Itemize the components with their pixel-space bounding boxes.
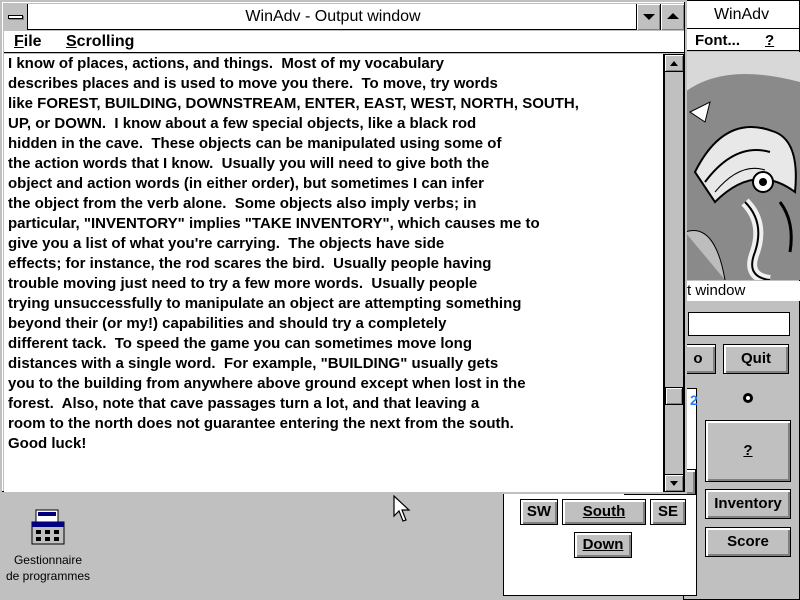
output-text-line: particular, "INVENTORY" implies "TAKE IN… — [8, 215, 540, 232]
command-input[interactable] — [688, 312, 790, 336]
output-text-line: UP, or DOWN. I know about a few special … — [8, 115, 477, 132]
minimize-icon — [643, 14, 655, 20]
score-button[interactable]: Score — [705, 527, 791, 557]
quit-button-label: Quit — [741, 350, 771, 367]
output-text-line: trouble moving just need to try a few mo… — [8, 275, 478, 292]
output-window-title: WinAdv - Output window — [245, 8, 421, 25]
main-window-title: WinAdv — [684, 1, 799, 29]
scroll-thumb[interactable] — [665, 387, 683, 405]
minimize-button[interactable] — [636, 4, 660, 30]
program-manager-icon — [28, 508, 68, 548]
direction-sw-button[interactable]: SW — [520, 499, 558, 525]
menu-font[interactable]: Font... — [695, 30, 740, 52]
go-button-label: o — [693, 350, 703, 367]
help-button-label: ? — [743, 442, 753, 459]
output-text-line: I know of places, actions, and things. M… — [8, 55, 444, 72]
scroll-down-button[interactable] — [664, 474, 684, 492]
lamp-icon — [740, 390, 756, 406]
output-text-line: the object from the verb alone. Some obj… — [8, 195, 477, 212]
quit-button[interactable]: Quit — [723, 344, 789, 374]
scroll-down-icon — [670, 481, 678, 486]
output-text-line: trying unsuccessfully to manipulate an o… — [8, 295, 522, 312]
menu-file-accel: F — [14, 33, 24, 50]
program-manager-label-1: Gestionnaire — [13, 553, 83, 567]
inventory-button-label: Inventory — [714, 495, 782, 512]
output-text: I know of places, actions, and things. M… — [8, 54, 579, 454]
vertical-scrollbar[interactable] — [664, 54, 684, 492]
score-button-label: Score — [727, 533, 769, 550]
direction-south-button[interactable]: South — [562, 499, 646, 525]
output-text-line: describes places and is used to move you… — [8, 75, 498, 92]
maximize-icon — [667, 13, 679, 19]
output-text-line: like FOREST, BUILDING, DOWNSTREAM, ENTER… — [8, 95, 579, 112]
system-menu-icon — [8, 15, 23, 19]
output-window: WinAdv - Output window File Scrolling I … — [0, 0, 687, 494]
program-manager-label-2: de programmes — [5, 569, 91, 583]
help-button[interactable]: ? — [705, 420, 791, 482]
output-text-line: distances with a single word. For exampl… — [8, 355, 499, 372]
output-text-line: beyond their (or my!) capabilities and s… — [8, 315, 447, 332]
down-label: Down — [582, 536, 624, 553]
output-window-label: t window — [683, 281, 800, 301]
inventory-button[interactable]: Inventory — [705, 489, 791, 519]
menu-scrolling[interactable]: Scrolling — [66, 31, 134, 53]
output-text-line: you to the building from anywhere above … — [8, 375, 526, 392]
output-text-line: forest. Also, note that cave passages tu… — [8, 395, 480, 412]
scroll-track[interactable] — [664, 72, 684, 474]
output-text-line: the action words that I know. Usually yo… — [8, 155, 490, 172]
sw-label: SW — [526, 503, 552, 520]
menu-scrolling-rest: crolling — [76, 33, 135, 50]
menu-file-rest: ile — [23, 33, 42, 50]
menu-scrolling-accel: S — [66, 33, 77, 50]
direction-down-button[interactable]: Down — [574, 532, 632, 558]
mouse-cursor — [393, 494, 411, 527]
south-label: South — [582, 503, 626, 520]
output-text-line: object and action words (in either order… — [8, 175, 484, 192]
se-label: SE — [657, 503, 678, 520]
menu-file[interactable]: File — [14, 31, 42, 53]
menu-help[interactable]: ? — [765, 30, 774, 52]
cave-illustration — [685, 52, 800, 280]
output-text-line: effects; for instance, the rod scares th… — [8, 255, 492, 272]
output-text-line: give you a list of what you're carrying.… — [8, 235, 445, 252]
scroll-up-button[interactable] — [664, 54, 684, 72]
system-menu-button[interactable] — [4, 4, 28, 30]
output-text-line: hidden in the cave. These objects can be… — [8, 135, 502, 152]
output-menubar: File Scrolling — [4, 31, 684, 53]
output-title-bar[interactable]: WinAdv - Output window — [4, 4, 684, 30]
direction-se-button[interactable]: SE — [650, 499, 686, 525]
output-text-line: Good luck! — [8, 435, 87, 452]
program-manager-shortcut[interactable]: Gestionnaire de programmes — [0, 508, 96, 584]
output-text-area[interactable]: I know of places, actions, and things. M… — [4, 54, 664, 492]
scroll-up-icon — [670, 61, 678, 66]
partial-number: 2 — [690, 392, 698, 408]
maximize-button[interactable] — [660, 4, 684, 30]
output-text-line: room to the north does not guarantee ent… — [8, 415, 514, 432]
output-text-line: different tack. To speed the game you ca… — [8, 335, 473, 352]
